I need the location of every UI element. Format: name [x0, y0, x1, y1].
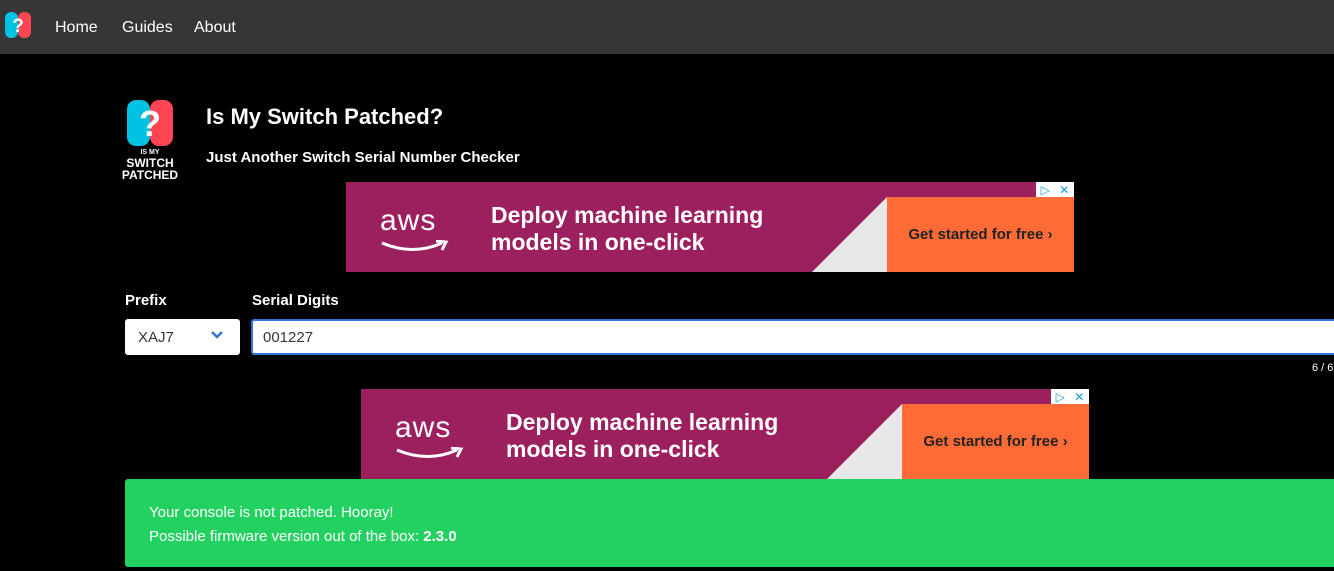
prefix-select[interactable]: XAJ7: [125, 319, 240, 355]
serial-label: Serial Digits: [252, 292, 339, 309]
ad-banner-bottom[interactable]: aws Deploy machine learning models in on…: [361, 389, 1089, 479]
firmware-line: Possible firmware version out of the box…: [149, 525, 1321, 549]
page-subtitle: Just Another Switch Serial Number Checke…: [206, 149, 520, 166]
character-counter: 6 / 6: [1312, 362, 1334, 374]
ad-headline: Deploy machine learning models in one-cl…: [506, 409, 779, 462]
adchoices-icon[interactable]: ▷ ✕: [1051, 389, 1089, 404]
ad-banner-top[interactable]: aws Deploy machine learning models in on…: [346, 182, 1074, 272]
ad-cta-button[interactable]: Get started for free ›: [887, 197, 1074, 272]
adchoices-icon[interactable]: ▷ ✕: [1036, 182, 1074, 197]
nav-guides[interactable]: Guides: [122, 19, 173, 37]
svg-text:IS MY: IS MY: [140, 149, 159, 156]
aws-logo: aws: [380, 204, 450, 254]
svg-text:?: ?: [12, 16, 24, 37]
firmware-version: 2.3.0: [423, 528, 457, 545]
aws-smile-icon: [381, 240, 449, 251]
prefix-select-value: XAJ7: [138, 328, 174, 346]
result-notification: Your console is not patched. Hooray! Pos…: [125, 479, 1334, 567]
switch-question-icon[interactable]: ?: [4, 12, 32, 38]
firmware-label: Possible firmware version out of the box…: [149, 528, 420, 545]
nav-home[interactable]: Home: [55, 19, 98, 37]
ad-cta-button[interactable]: Get started for free ›: [902, 404, 1089, 479]
chevron-down-icon: [211, 331, 223, 339]
serial-digits-input[interactable]: [251, 319, 1334, 355]
svg-text:?: ?: [139, 103, 161, 144]
aws-smile-icon: [396, 447, 464, 458]
page-title: Is My Switch Patched?: [206, 104, 444, 129]
ad-decoration: [827, 404, 902, 479]
ad-decoration: [812, 197, 887, 272]
ad-headline: Deploy machine learning models in one-cl…: [491, 202, 764, 255]
navbar: ? Home Guides About: [0, 0, 1334, 54]
prefix-label: Prefix: [125, 292, 167, 309]
nav-about[interactable]: About: [194, 19, 236, 37]
result-message: Your console is not patched. Hooray!: [149, 504, 394, 521]
aws-logo: aws: [395, 411, 465, 461]
svg-text:PATCHED: PATCHED: [122, 168, 179, 182]
site-logo: ? IS MY SWITCH PATCHED: [122, 100, 179, 182]
